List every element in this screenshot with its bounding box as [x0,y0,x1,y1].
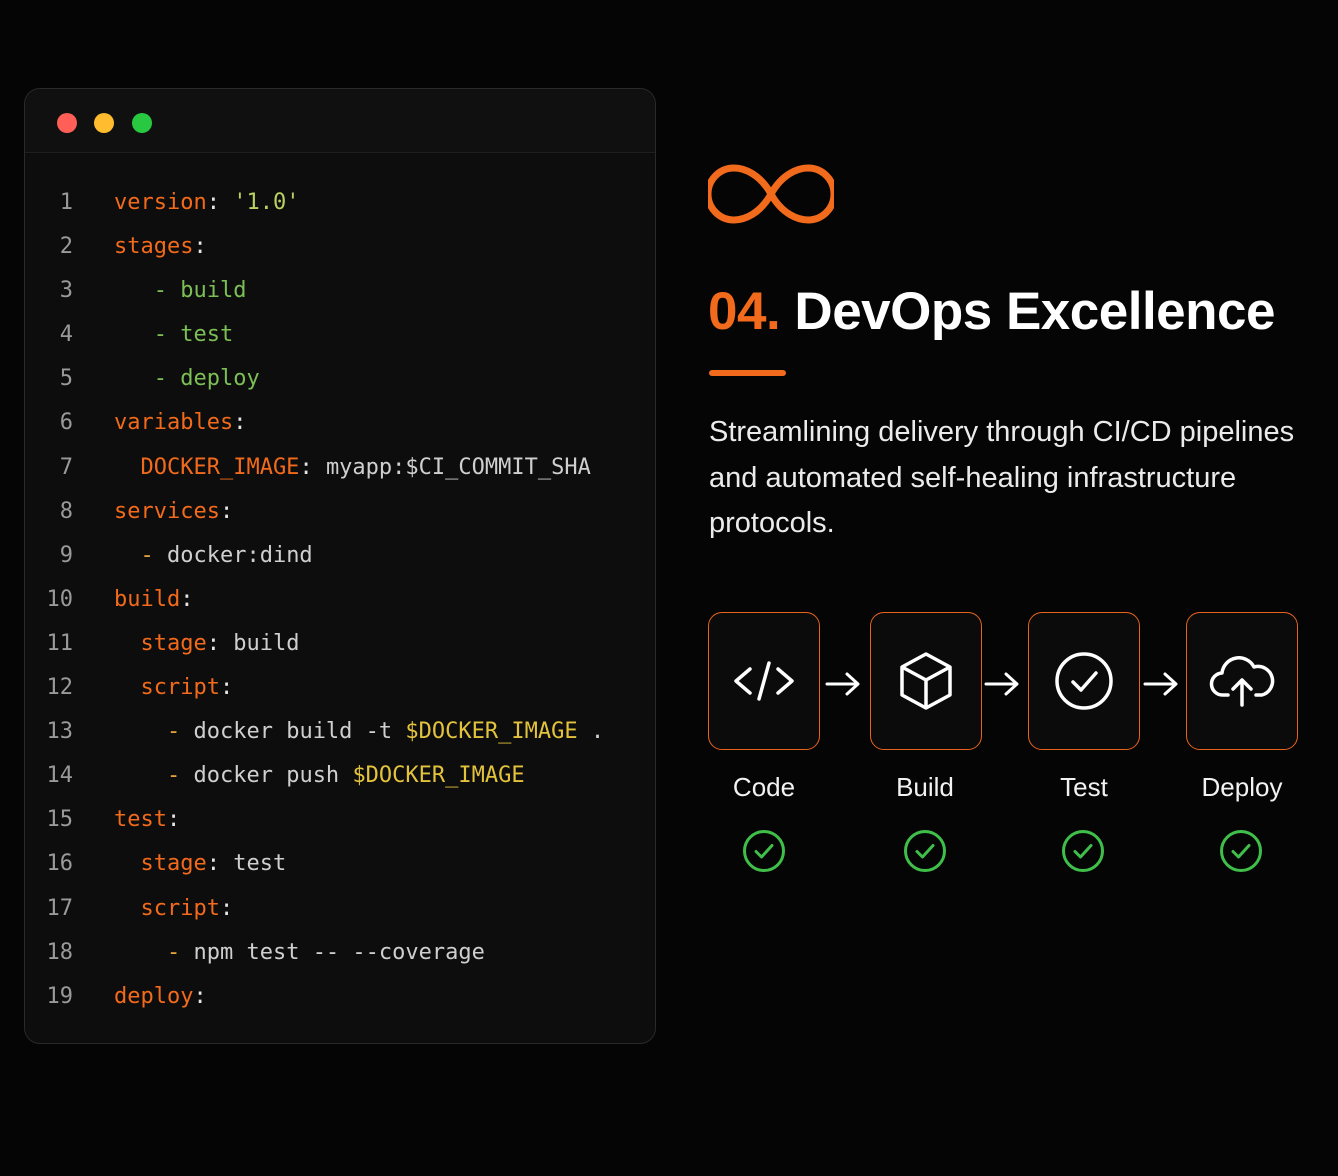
section-description: Streamlining delivery through CI/CD pipe… [709,416,1295,539]
box-icon [900,652,952,710]
line-number: 15 [46,807,74,833]
stage-label-code: Code [732,772,796,802]
code-text: - docker push $DOCKER_IMAGE [114,763,525,789]
code-line: 2 stages: [25,225,655,269]
code-text: DOCKER_IMAGE: myapp:$CI_COMMIT_SHA [114,454,591,480]
code-line: 17 script: [25,887,655,931]
close-window-button[interactable] [57,113,77,133]
code-text: - deploy [114,366,260,392]
line-number: 10 [46,586,74,612]
line-number: 12 [46,675,74,701]
cloud-upload-icon [1209,656,1275,707]
code-line: 16 stage: test [25,842,655,886]
code-text: script: [114,675,234,701]
code-window: 1 version: '1.0' 2 stages: 3 - build 4 - t… [24,88,656,1044]
line-number: 13 [46,719,74,745]
code-line: 7 DOCKER_IMAGE: myapp:$CI_COMMIT_SHA [25,446,655,490]
code-line: 6 variables: [25,401,655,445]
code-line: 15 test: [25,798,655,842]
code-editor[interactable]: 1 version: '1.0' 2 stages: 3 - build 4 - t… [25,181,655,1019]
code-line: 18 - npm test -- --coverage [25,931,655,975]
status-check-icon [904,830,946,872]
line-number: 18 [46,939,74,965]
code-text: services: [114,498,234,524]
stage-label-test: Test [1060,772,1108,802]
stage-label-build: Build [896,772,954,802]
code-icon [734,661,794,701]
code-line: 5 - deploy [25,357,655,401]
window-titlebar [25,89,655,153]
line-number: 9 [59,542,73,568]
status-check-icon [743,830,785,872]
code-line: 12 script: [25,666,655,710]
line-number: 16 [46,851,74,877]
code-line: 4 - test [25,313,655,357]
code-text: stages: [114,234,207,260]
status-check-icon [1062,830,1104,872]
code-text: - docker build -t $DOCKER_IMAGE . [114,719,605,745]
stage-card-test[interactable] [1028,612,1140,750]
line-number: 14 [46,763,74,789]
stage-card-deploy[interactable] [1186,612,1298,750]
page-title: 04. DevOps Excellence [708,280,1275,344]
arrow-right-icon [984,672,1019,696]
check-circle-icon [1055,652,1113,710]
section-title: DevOps Excellence [794,282,1275,341]
arrow-right-icon [825,672,860,696]
code-text: build: [114,586,194,612]
stage-label-deploy: Deploy [1201,772,1283,802]
line-number: 6 [59,410,73,436]
line-number: 2 [59,234,73,260]
line-number: 1 [59,190,73,215]
maximize-window-button[interactable] [132,113,152,133]
code-text: - test [114,322,234,348]
code-line: 9 - docker:dind [25,534,655,578]
code-line: 11 stage: build [25,622,655,666]
code-text: stage: build [114,630,300,656]
code-text: test: [114,807,181,833]
code-line: 13 - docker build -t $DOCKER_IMAGE . [25,710,655,754]
infinity-icon [708,164,834,224]
code-line: 14 - docker push $DOCKER_IMAGE [25,754,655,798]
section-number: 04. [708,282,781,341]
minimize-window-button[interactable] [94,113,114,133]
line-number: 4 [59,322,73,348]
code-text: - npm test -- --coverage [114,939,485,965]
line-number: 8 [59,498,73,524]
status-check-icon [1220,830,1262,872]
code-line: 10 build: [25,578,655,622]
line-number: 7 [59,454,73,480]
code-line: 19 deploy: [25,975,655,1019]
code-text: version: '1.0' [114,190,300,215]
code-text: deploy: [114,983,207,1009]
code-line: 8 services: [25,490,655,534]
line-number: 19 [46,983,74,1009]
line-number: 11 [46,630,74,656]
code-line: 3 - build [25,269,655,313]
arrow-right-icon [1143,672,1178,696]
code-text: script: [114,895,234,921]
line-number: 5 [59,366,73,392]
code-line: 1 version: '1.0' [25,181,655,225]
title-underline [709,370,786,376]
stage-card-code[interactable] [708,612,820,750]
line-number: 17 [46,895,74,921]
stage-card-build[interactable] [870,612,982,750]
code-text: stage: test [114,851,287,877]
code-text: variables: [114,410,247,436]
line-number: 3 [59,278,73,304]
code-text: - build [114,278,247,304]
code-text: - docker:dind [114,542,313,568]
